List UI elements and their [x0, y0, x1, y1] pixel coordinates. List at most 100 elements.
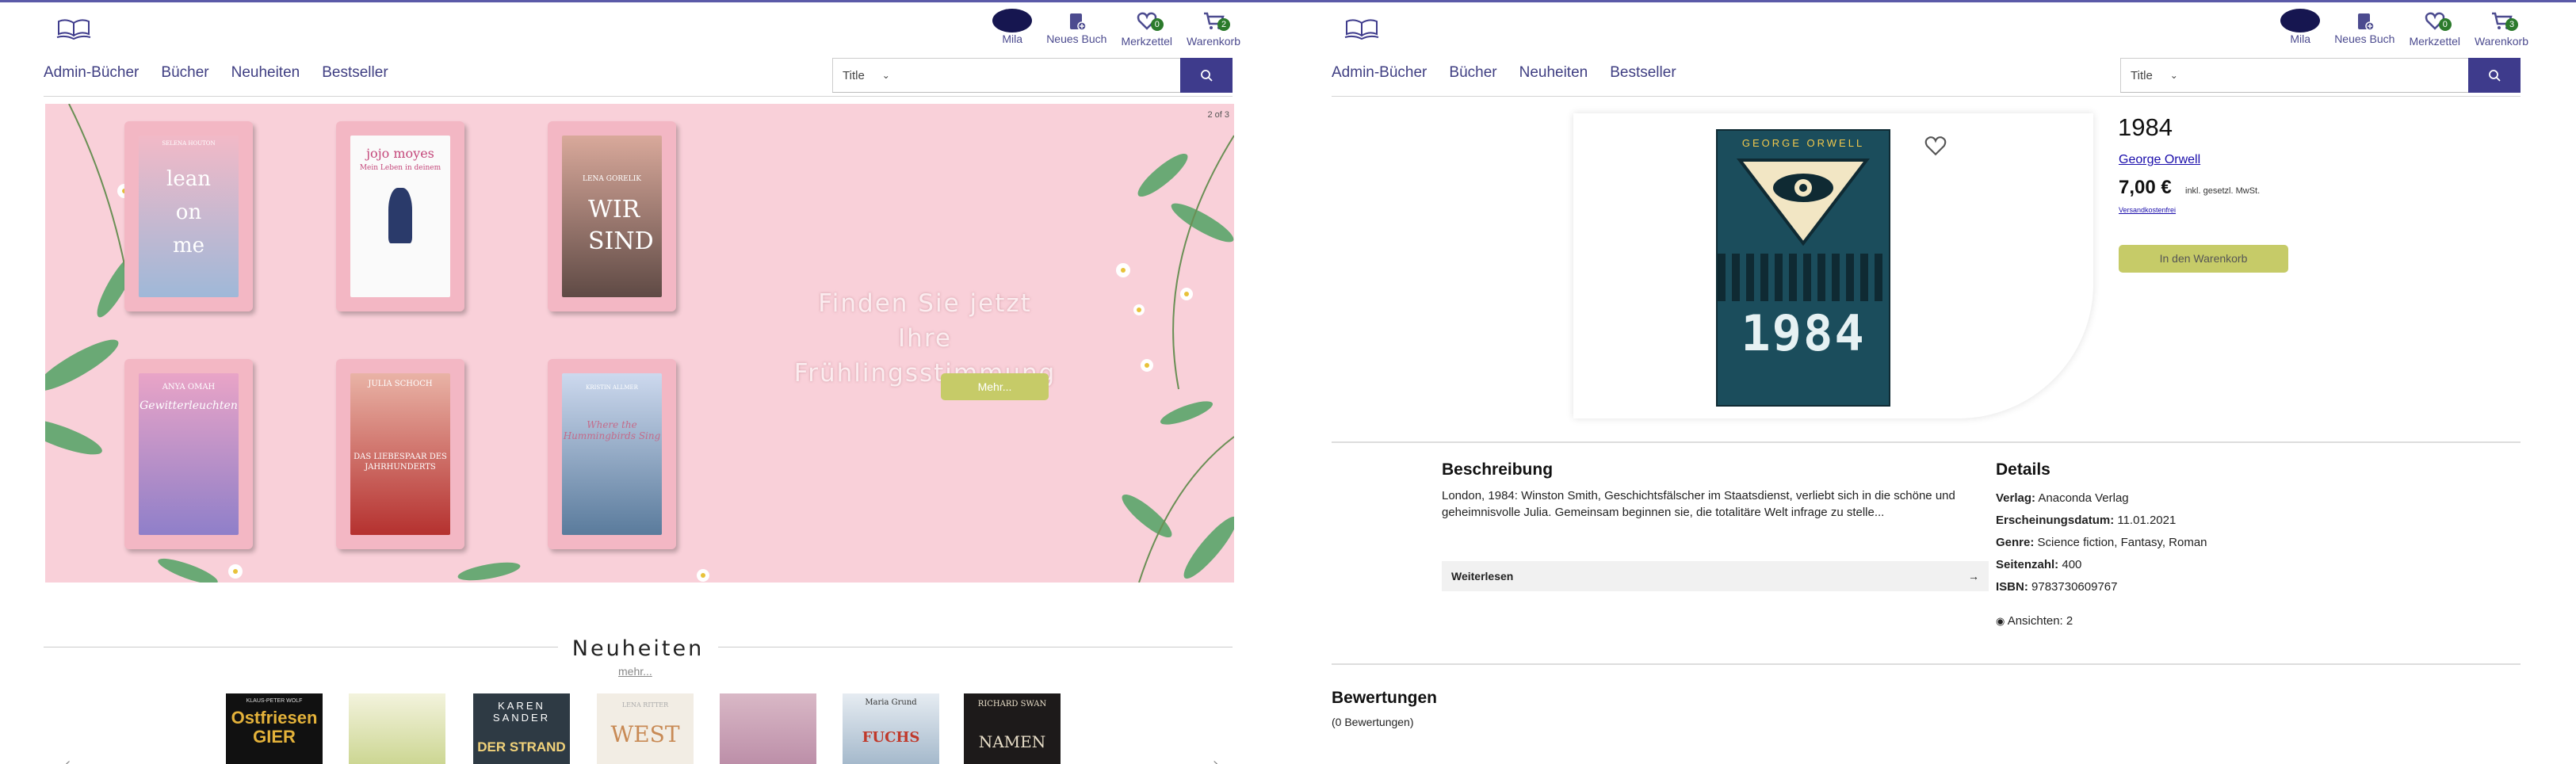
new-book-thumb[interactable]: Maria Grund FUCHS: [843, 693, 939, 764]
thumb-author: LENA RITTER: [621, 701, 669, 709]
main-nav: Admin-Bücher Bücher Neuheiten Bestseller: [1332, 64, 1676, 82]
section-divider: [1332, 441, 2521, 443]
new-book-link[interactable]: Neues Buch: [2334, 9, 2394, 45]
detail-value: Science fiction, Fantasy, Roman: [2037, 536, 2207, 549]
read-more-button[interactable]: Weiterlesen →: [1442, 561, 1989, 591]
thumb-title: FUCHS: [862, 729, 920, 746]
new-book-thumb[interactable]: KLAUS-PETER WOLF Ostfriesen GIER: [226, 693, 323, 764]
nav-bestseller[interactable]: Bestseller: [322, 64, 388, 82]
thumb-title: WEST: [610, 721, 680, 747]
logo-book-icon[interactable]: [55, 13, 92, 42]
thumb-author: Maria Grund: [865, 698, 917, 707]
new-book-thumb[interactable]: [720, 693, 816, 764]
carousel-next-icon[interactable]: ›: [1213, 755, 1218, 764]
thumb-title: DER STRAND: [477, 739, 566, 754]
book-cover: SELENA HOUTON lean on me: [139, 136, 239, 297]
detail-value: 400: [2062, 558, 2082, 571]
hero-book-card[interactable]: SELENA HOUTON lean on me: [124, 121, 253, 311]
add-to-cart-button[interactable]: In den Warenkorb: [2119, 245, 2288, 273]
hero-book-card[interactable]: KRISTIN ALLMER Where the Hummingbirds Si…: [548, 359, 676, 549]
hero-book-card[interactable]: ANYA OMAH Gewitterleuchten: [124, 359, 253, 549]
new-book-thumb[interactable]: KAREN SANDER DER STRAND: [473, 693, 570, 764]
detail-value: Anaconda Verlag: [2038, 491, 2129, 505]
views-text: Ansichten: 2: [2007, 614, 2073, 628]
hero-more-button[interactable]: Mehr...: [941, 373, 1049, 400]
hero-book-card[interactable]: jojo moyes Mein Leben in deinem: [336, 121, 464, 311]
book-author-link[interactable]: George Orwell: [2119, 153, 2200, 167]
section-more-link[interactable]: mehr...: [618, 665, 652, 678]
cover-title: Mein Leben in deinem: [359, 164, 441, 172]
wishlist-badge: 0: [1150, 18, 1164, 31]
nav-books[interactable]: Bücher: [1449, 64, 1496, 82]
detail-label: Genre:: [1996, 536, 2035, 549]
header-divider: [44, 96, 1233, 97]
search-input[interactable]: [2200, 58, 2468, 92]
nav-admin-books[interactable]: Admin-Bücher: [1332, 64, 1427, 82]
search-button[interactable]: [1180, 58, 1233, 93]
detail-label: Seitenzahl:: [1996, 558, 2059, 571]
description-heading: Beschreibung: [1442, 460, 1554, 479]
new-book-link[interactable]: Neues Buch: [1046, 9, 1106, 45]
hero-book-card[interactable]: LENA GORELIK WIR SIND: [548, 121, 676, 311]
cover-container: GEORGE ORWELL 1984: [1573, 113, 2093, 418]
section-title: Neuheiten: [557, 636, 719, 661]
nav-bestseller[interactable]: Bestseller: [1610, 64, 1676, 82]
search-type-select[interactable]: Title ⌄: [2120, 58, 2200, 92]
book-price: 7,00 €: [2119, 177, 2172, 198]
nav-books[interactable]: Bücher: [161, 64, 208, 82]
new-book-label: Neues Buch: [1046, 32, 1107, 45]
search-button[interactable]: [2468, 58, 2521, 93]
user-menu[interactable]: Mila: [992, 9, 1033, 45]
arrow-right-icon: →: [1968, 570, 1979, 583]
cart-link[interactable]: 2 Warenkorb: [1187, 9, 1240, 48]
detail-label: ISBN:: [1996, 580, 2028, 594]
hero-book-card[interactable]: JULIA SCHOCH DAS LIEBESPAAR DES JAHRHUND…: [336, 359, 464, 549]
new-book-thumb[interactable]: LENA RITTER WEST: [597, 693, 694, 764]
book-title: 1984: [2118, 113, 2173, 141]
user-name: Mila: [2290, 32, 2311, 45]
nav-admin-books[interactable]: Admin-Bücher: [44, 64, 139, 82]
search-type-select[interactable]: Title ⌄: [832, 58, 912, 92]
new-book-thumb[interactable]: RICHARD SWAN NAMEN: [964, 693, 1061, 764]
eye-icon: ◉: [1996, 615, 2005, 627]
cart-label: Warenkorb: [1187, 35, 1240, 48]
main-nav: Admin-Bücher Bücher Neuheiten Bestseller: [44, 64, 388, 82]
cover-title: Gewitterleuchten: [140, 399, 238, 412]
logo-book-icon[interactable]: [1343, 13, 1380, 42]
user-name: Mila: [1002, 32, 1023, 45]
carousel-prev-icon[interactable]: ‹: [65, 755, 71, 764]
nav-new-releases[interactable]: Neuheiten: [231, 64, 300, 82]
cover-title: 1984: [1741, 304, 1866, 362]
cover-author: GEORGE ORWELL: [1741, 137, 1865, 149]
nav-new-releases[interactable]: Neuheiten: [1519, 64, 1588, 82]
cover-title: WIR SIND: [588, 196, 654, 255]
avatar: [992, 9, 1033, 32]
thumb-title: Ostfriesen GIER: [231, 708, 318, 747]
shipping-link[interactable]: Versandkostenfrei: [2119, 206, 2176, 214]
wishlist-badge: 0: [2438, 18, 2452, 31]
detail-value: 9783730609767: [2031, 580, 2118, 594]
search-input[interactable]: [912, 58, 1180, 92]
search-type-value: Title: [843, 68, 865, 82]
hero-carousel[interactable]: 2 of 3 SELENA HOUTON lean on me jojo moy…: [45, 104, 1234, 583]
views-counter: ◉ Ansichten: 2: [1996, 614, 2073, 628]
book-plus-icon: [2358, 13, 2375, 31]
cart-link[interactable]: 3 Warenkorb: [2475, 9, 2528, 48]
wishlist-link[interactable]: 0 Merkzettel: [1121, 9, 1172, 48]
search-type-value: Title: [2131, 68, 2153, 82]
user-menu[interactable]: Mila: [2280, 9, 2321, 45]
detail-label: Verlag:: [1996, 491, 2036, 505]
detail-label: Erscheinungsdatum:: [1996, 514, 2115, 527]
cart-label: Warenkorb: [2475, 35, 2528, 48]
wishlist-link[interactable]: 0 Merkzettel: [2409, 9, 2460, 48]
chevron-down-icon: ⌄: [2169, 70, 2178, 81]
book-detail-panel: Mila Neues Buch 0 Merkzettel 3 Warenkorb…: [1288, 2, 2576, 764]
hero-headline-line: Finden Sie jetzt Ihre: [818, 289, 1032, 353]
new-book-thumb[interactable]: [349, 693, 445, 764]
wishlist-heart-icon[interactable]: [1922, 133, 1949, 157]
book-cover: KRISTIN ALLMER Where the Hummingbirds Si…: [562, 373, 662, 535]
cover-title: lean on me: [166, 167, 211, 258]
detail-row: Erscheinungsdatum: 11.01.2021: [1996, 510, 2207, 532]
cover-author: JULIA SCHOCH: [368, 380, 433, 388]
book-cover: LENA GORELIK WIR SIND: [562, 136, 662, 297]
